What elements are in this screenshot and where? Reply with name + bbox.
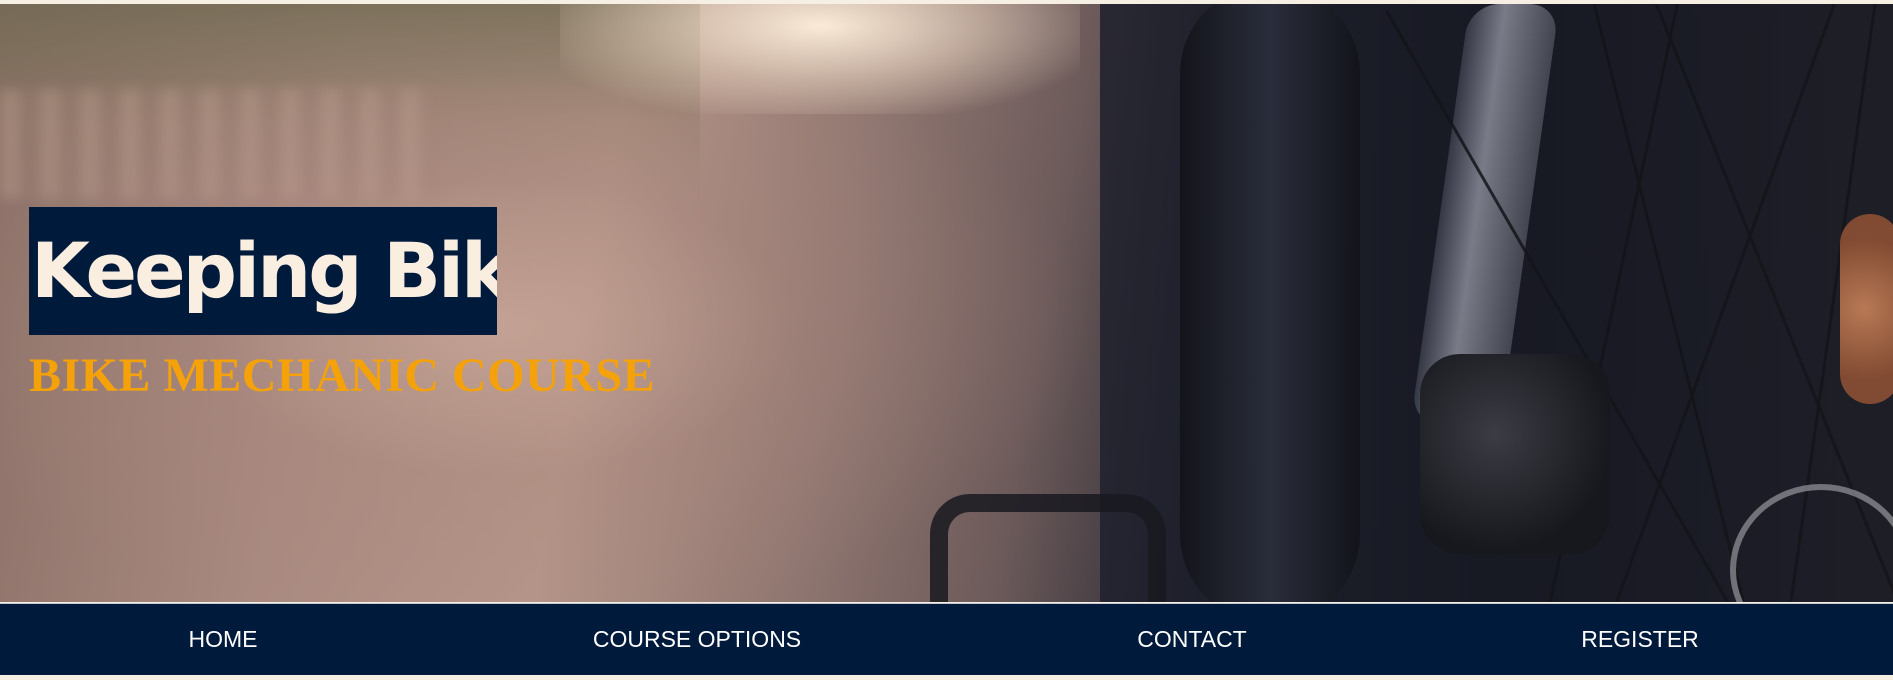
nav-register-link[interactable]: REGISTER — [1581, 604, 1699, 675]
wheel-reflector — [1840, 214, 1893, 404]
nav-contact-link[interactable]: CONTACT — [1137, 604, 1246, 675]
nav-home-link[interactable]: HOME — [189, 604, 258, 675]
page-bottom-edge — [0, 675, 1893, 680]
nav-course-options-link[interactable]: COURSE OPTIONS — [593, 604, 801, 675]
background-sky — [560, 4, 1080, 114]
bicycle-brake — [1420, 354, 1610, 554]
page: Keeping Bike BIKE MECHANIC COURSE HOME C… — [0, 0, 1893, 680]
bicycle-pedal — [930, 494, 1166, 602]
main-navigation: HOME COURSE OPTIONS CONTACT REGISTER — [0, 603, 1893, 675]
hero-subtitle: BIKE MECHANIC COURSE — [29, 349, 656, 402]
bicycle-tire — [1180, 4, 1360, 602]
hero-title: Keeping Bike — [29, 207, 497, 335]
